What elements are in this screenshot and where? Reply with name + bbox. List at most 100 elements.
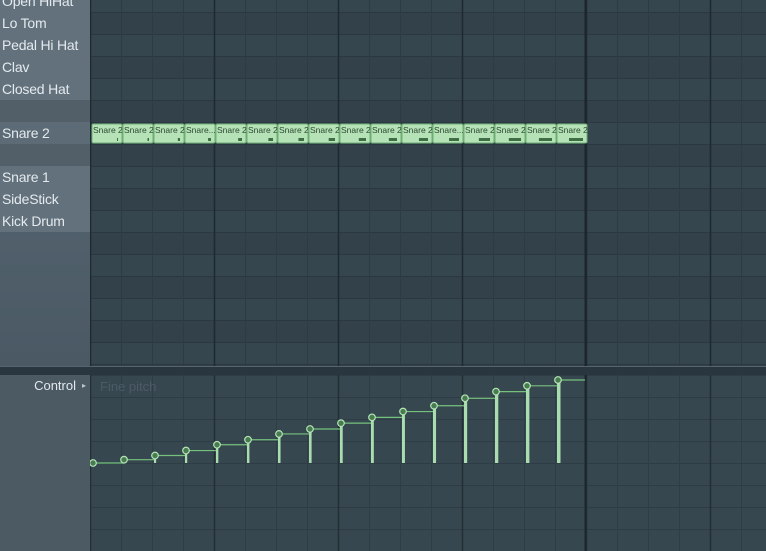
note-pitch-indicator xyxy=(388,138,397,141)
note-label: Snare 2 xyxy=(217,125,247,135)
note-label: Snare 2 xyxy=(341,125,371,135)
channel-label[interactable]: Pedal Hi Hat xyxy=(0,34,90,56)
channel-label[interactable] xyxy=(0,100,90,122)
note[interactable]: Snare 2 xyxy=(91,123,123,144)
note-label: Snare 2 xyxy=(93,125,123,135)
note[interactable]: Snare 2 xyxy=(463,123,495,144)
control-point[interactable] xyxy=(461,394,469,403)
velocity-bar[interactable] xyxy=(309,428,312,463)
note[interactable]: Snare 2 xyxy=(370,123,402,144)
control-arrow-icon[interactable]: ▸ xyxy=(82,381,86,390)
control-label[interactable]: Control xyxy=(34,378,76,393)
note[interactable]: Snare 2 xyxy=(215,123,247,144)
grid-row xyxy=(90,254,766,276)
channel-label[interactable]: Open HiHat xyxy=(0,0,90,12)
control-point[interactable] xyxy=(90,459,97,467)
note[interactable]: Snare 2 xyxy=(153,123,185,144)
channel-list: Open HiHat Lo Tom Pedal Hi Hat Clav Closed H… xyxy=(0,0,90,366)
note-pitch-indicator xyxy=(508,138,521,141)
note-label: Snare 2 xyxy=(248,125,278,135)
control-selector[interactable]: Control ▸ xyxy=(0,375,90,551)
note-label: Snare... xyxy=(186,125,216,135)
channel-label[interactable]: Snare 2 xyxy=(0,122,90,144)
note-label: Snare... xyxy=(434,125,464,135)
grid-row xyxy=(90,298,766,320)
note-label: Snare 2 xyxy=(465,125,495,135)
grid-row xyxy=(90,166,766,188)
piano-roll-grid[interactable]: Snare 2 Snare 2 Snare 2 Snare... Snare 2 Snar… xyxy=(90,0,766,366)
channel-label[interactable]: Snare 1 xyxy=(0,166,90,188)
grid-row xyxy=(90,210,766,232)
grid-row xyxy=(90,144,766,166)
channel-label[interactable] xyxy=(0,144,90,166)
note[interactable]: Snare 2 xyxy=(246,123,278,144)
note[interactable]: Snare 2 xyxy=(339,123,371,144)
velocity-bar[interactable] xyxy=(278,433,281,463)
note-label: Snare 2 xyxy=(403,125,433,135)
control-point[interactable] xyxy=(213,440,221,449)
note-label: Snare 2 xyxy=(279,125,309,135)
velocity-bar[interactable] xyxy=(402,411,405,463)
note-pitch-indicator xyxy=(238,138,242,141)
note-pitch-indicator xyxy=(177,138,180,141)
channel-label[interactable]: SideStick xyxy=(0,188,90,210)
control-point[interactable] xyxy=(151,451,159,460)
control-point[interactable] xyxy=(120,455,128,464)
note-pitch-indicator xyxy=(569,138,583,141)
note-pitch-indicator xyxy=(538,138,552,141)
velocity-bar[interactable] xyxy=(340,423,343,463)
control-point[interactable] xyxy=(244,435,252,444)
control-point[interactable] xyxy=(430,401,438,410)
note-label: Snare 2 xyxy=(496,125,526,135)
note[interactable]: Snare 2 xyxy=(494,123,526,144)
channel-label[interactable]: Kick Drum xyxy=(0,210,90,232)
note[interactable]: Snare 2 xyxy=(556,123,588,144)
velocity-bar[interactable] xyxy=(495,391,499,463)
control-point[interactable] xyxy=(523,381,531,390)
control-point[interactable] xyxy=(306,425,314,433)
note-pitch-indicator xyxy=(418,138,428,141)
channel-label[interactable]: Clav xyxy=(0,56,90,78)
velocity-bar[interactable] xyxy=(557,380,561,463)
note[interactable]: Snare 2 xyxy=(308,123,340,144)
note-pitch-indicator xyxy=(268,138,273,141)
velocity-bar[interactable] xyxy=(433,405,437,463)
note-label: Snare 2 xyxy=(310,125,340,135)
note-pitch-indicator xyxy=(117,138,118,141)
grid-row xyxy=(90,12,766,34)
note-label: Snare 2 xyxy=(124,125,154,135)
velocity-bar[interactable] xyxy=(526,385,530,463)
grid-row xyxy=(90,342,766,364)
control-point[interactable] xyxy=(275,430,283,438)
note[interactable]: Snare... xyxy=(184,123,216,144)
control-point[interactable] xyxy=(182,446,190,455)
note[interactable]: Snare 2 xyxy=(525,123,557,144)
velocity-bar[interactable] xyxy=(371,417,374,463)
note[interactable]: Snare 2 xyxy=(122,123,154,144)
note-label: Snare 2 xyxy=(372,125,402,135)
control-point[interactable] xyxy=(554,376,562,384)
control-point[interactable] xyxy=(399,407,407,416)
velocity-bar[interactable] xyxy=(464,398,468,463)
note-pitch-indicator xyxy=(328,138,335,141)
channel-label[interactable]: Closed Hat xyxy=(0,78,90,100)
channel-label[interactable]: Lo Tom xyxy=(0,12,90,34)
grid-row xyxy=(90,232,766,254)
grid-row xyxy=(90,0,766,12)
note-label: Snare 2 xyxy=(527,125,557,135)
control-point[interactable] xyxy=(337,419,345,428)
control-parameter-name: Fine pitch xyxy=(100,379,157,394)
control-point[interactable] xyxy=(368,413,376,422)
note-label: Snare 2 xyxy=(558,125,588,135)
note[interactable]: Snare 2 xyxy=(401,123,433,144)
grid-row xyxy=(90,56,766,78)
control-point[interactable] xyxy=(492,387,500,396)
grid-row xyxy=(90,100,766,122)
note-pitch-indicator xyxy=(449,138,459,141)
note[interactable]: Snare 2 xyxy=(277,123,309,144)
note[interactable]: Snare... xyxy=(432,123,464,144)
note-pitch-indicator xyxy=(298,138,304,141)
event-editor-area[interactable] xyxy=(90,375,766,551)
pane-splitter[interactable] xyxy=(0,366,766,375)
note-pitch-indicator xyxy=(358,138,366,141)
